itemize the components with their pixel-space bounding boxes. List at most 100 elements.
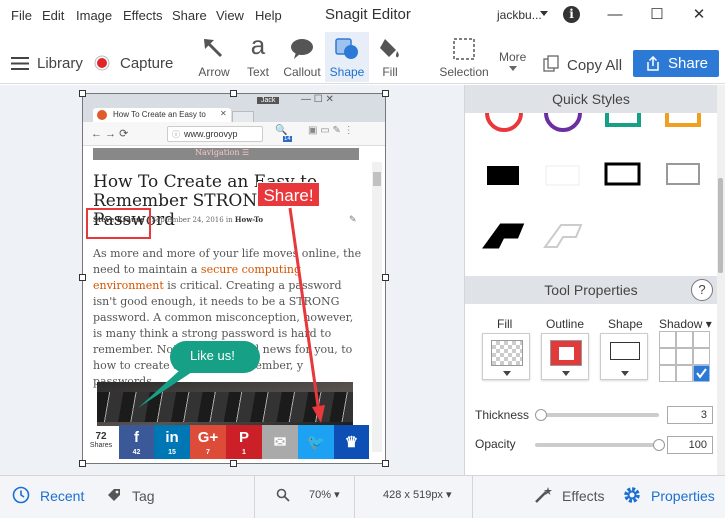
fill-bucket-icon	[380, 39, 399, 58]
shape-tool[interactable]: Shape	[325, 32, 369, 82]
like-callout-text: Like us!	[190, 348, 235, 363]
resize-handle-tl[interactable]	[79, 90, 86, 97]
resize-handle-r[interactable]	[382, 274, 389, 281]
thickness-slider[interactable]	[535, 413, 659, 417]
capture-label: Capture	[120, 55, 174, 72]
shape-picker[interactable]	[600, 333, 648, 380]
rectangle-shape-icon	[610, 342, 640, 360]
share-callout-text: Share!	[263, 186, 314, 205]
recent-label: Recent	[40, 488, 85, 504]
selection-tool[interactable]: Selection	[436, 32, 492, 82]
copy-icon	[543, 55, 559, 72]
style-red-circle	[485, 113, 523, 132]
transparent-swatch	[491, 340, 523, 366]
arrow-label: Arrow	[198, 65, 230, 79]
style-white-parallelogram	[543, 224, 583, 248]
resize-handle-bl[interactable]	[79, 460, 86, 467]
shape-chevron-icon	[621, 371, 629, 376]
outline-color-picker[interactable]	[541, 333, 589, 380]
quick-styles-grid[interactable]	[465, 113, 717, 263]
selection-icon	[453, 38, 475, 60]
minimize-button[interactable]: —	[600, 2, 630, 28]
tag-label: Tag	[132, 488, 155, 504]
more-label: More	[499, 50, 527, 64]
fill-tool[interactable]: Fill	[370, 32, 410, 82]
share-arrowhead	[312, 405, 325, 423]
panel-scrollbar-thumb[interactable]	[718, 178, 723, 273]
account-dropdown-icon[interactable]	[540, 11, 548, 17]
close-button[interactable]: ✕	[684, 2, 714, 28]
share-icon	[647, 56, 659, 71]
shadow-property-label[interactable]: Shadow ▾	[659, 317, 712, 331]
opacity-input[interactable]: 100	[667, 436, 713, 454]
menu-view[interactable]: View	[216, 8, 244, 23]
style-black-fill	[487, 166, 519, 185]
share-button[interactable]: Share	[633, 50, 719, 77]
menu-help[interactable]: Help	[255, 8, 282, 23]
help-icon[interactable]: ?	[691, 279, 713, 301]
resize-handle-l[interactable]	[79, 274, 86, 281]
zoom-icon[interactable]	[276, 488, 290, 502]
fill-color-picker[interactable]	[482, 333, 530, 380]
menu-effects[interactable]: Effects	[123, 8, 163, 23]
fill-label: Fill	[382, 65, 398, 79]
menu-share[interactable]: Share	[172, 8, 207, 23]
opacity-slider[interactable]	[535, 443, 659, 447]
hamburger-icon	[11, 57, 29, 70]
callout-label: Callout	[283, 65, 321, 79]
style-white-outline	[666, 163, 700, 185]
thickness-label: Thickness	[475, 408, 530, 422]
properties-button[interactable]: Properties	[622, 484, 718, 506]
info-icon[interactable]: i	[563, 6, 580, 23]
image-size-dropdown[interactable]: 428 x 519px ▾	[383, 488, 452, 501]
resize-handle-t[interactable]	[230, 90, 237, 97]
menu-file[interactable]: File	[11, 8, 32, 23]
like-callout-tail	[138, 370, 192, 408]
tag-icon	[108, 489, 120, 501]
library-label: Library	[37, 55, 83, 72]
library-button[interactable]: Library	[8, 50, 84, 76]
opacity-label: Opacity	[475, 437, 516, 451]
resize-handle-tr[interactable]	[382, 90, 389, 97]
tag-button[interactable]: Tag	[106, 484, 166, 506]
shadow-direction-grid[interactable]	[659, 331, 710, 382]
effects-label: Effects	[562, 488, 605, 504]
text-tool[interactable]: a Text	[238, 30, 278, 82]
author-highlight-box	[86, 208, 151, 239]
quick-styles-header: Quick Styles	[465, 85, 717, 113]
zoom-level-dropdown[interactable]: 70% ▾	[309, 488, 340, 501]
share-arrow-line	[288, 207, 321, 414]
text-label: Text	[246, 65, 269, 79]
panel-scrollbar[interactable]	[717, 85, 725, 475]
resize-handle-b[interactable]	[230, 460, 237, 467]
callout-tool[interactable]: Callout	[280, 32, 324, 82]
text-icon: a	[250, 30, 266, 60]
maximize-button[interactable]: ☐	[642, 2, 672, 28]
style-black-outline	[604, 162, 641, 186]
more-button[interactable]: More	[498, 50, 530, 74]
style-white-fill	[545, 165, 580, 186]
divider	[354, 476, 355, 518]
resize-handle-br[interactable]	[382, 460, 389, 467]
shape-property-label: Shape	[608, 317, 643, 331]
record-icon	[94, 55, 110, 71]
menu-image[interactable]: Image	[76, 8, 112, 23]
gear-icon	[624, 487, 640, 503]
tool-properties-header: Tool Properties	[465, 276, 717, 304]
style-green-rect	[605, 113, 641, 127]
opacity-slider-knob[interactable]	[653, 439, 665, 451]
arrow-tool[interactable]: Arrow	[192, 32, 236, 82]
capture-button[interactable]: Capture	[92, 50, 176, 76]
magic-wand-icon	[535, 487, 552, 503]
effects-button[interactable]: Effects	[532, 484, 612, 506]
fill-chevron-icon	[503, 371, 511, 376]
share-callout[interactable]: Share!	[257, 182, 320, 207]
account-name[interactable]: jackbu...	[497, 8, 542, 22]
copy-all-button[interactable]: Copy All	[542, 52, 626, 76]
properties-label: Properties	[651, 488, 715, 504]
divider	[472, 476, 473, 518]
menu-edit[interactable]: Edit	[42, 8, 64, 23]
thickness-input[interactable]: 3	[667, 406, 713, 424]
style-black-parallelogram	[482, 223, 525, 249]
recent-button[interactable]: Recent	[10, 484, 90, 506]
